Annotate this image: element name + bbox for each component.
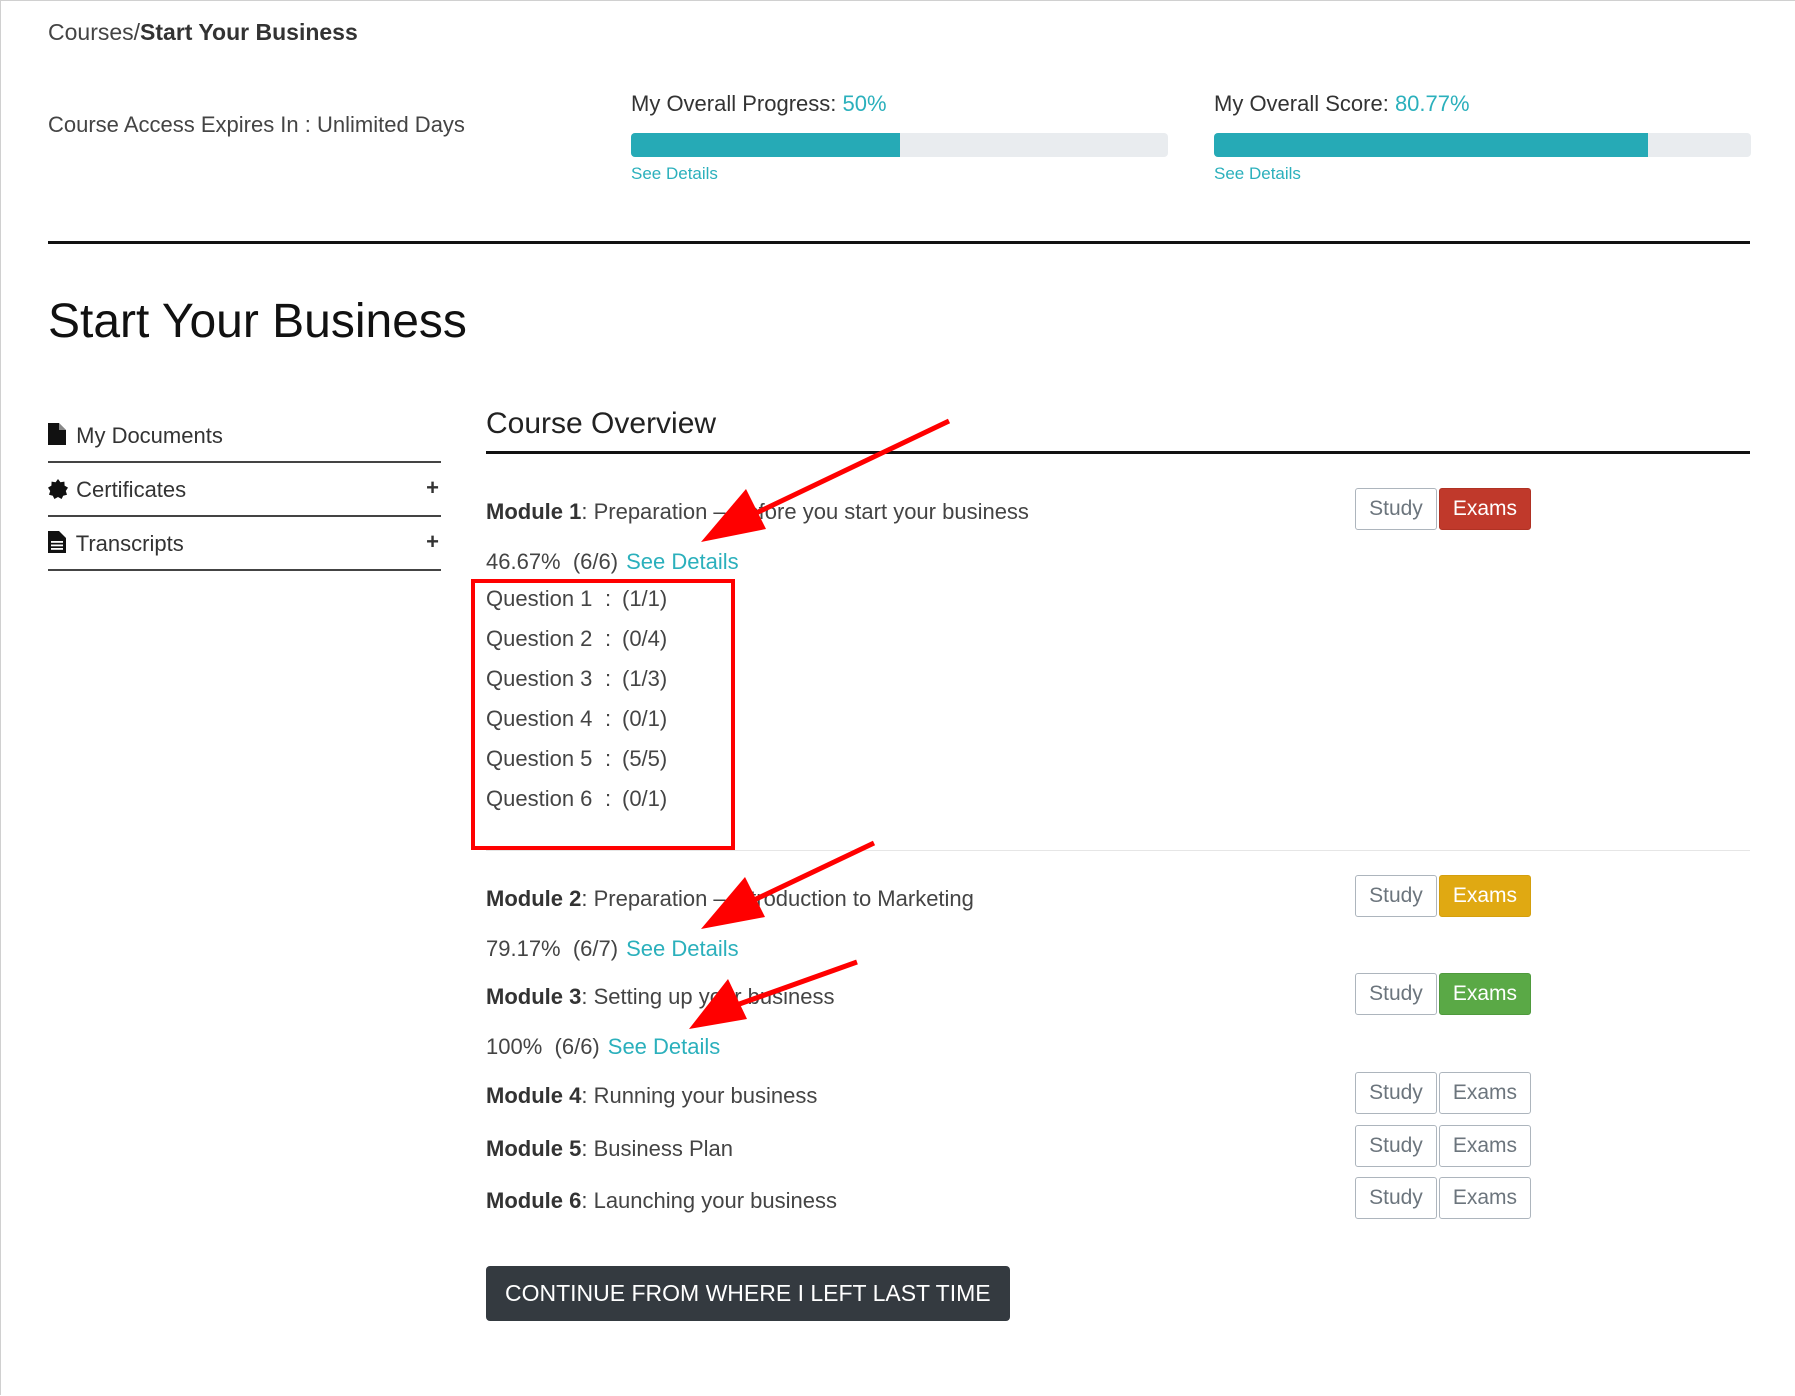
header-divider — [48, 241, 1750, 244]
module-5-title: Business Plan — [593, 1136, 733, 1161]
overall-progress-text: My Overall Progress: — [631, 91, 843, 116]
module-1-study-button[interactable]: Study — [1355, 488, 1437, 530]
module-4-actions: Study Exams — [1353, 1072, 1531, 1114]
module-2-score-percent: 79.17% — [486, 936, 561, 961]
course-access-expires: Course Access Expires In : Unlimited Day… — [48, 112, 465, 137]
module-6-row: Module 6: Launching your business Study E… — [486, 1177, 1750, 1219]
module-6-number: Module 6 — [486, 1188, 582, 1213]
module-2-score: 79.17% (6/7) See Details — [486, 936, 739, 962]
module-6-exams-button[interactable]: Exams — [1438, 1177, 1531, 1219]
module-6-title: Launching your business — [593, 1188, 837, 1213]
module-5-actions: Study Exams — [1353, 1125, 1531, 1167]
module-2-number: Module 2 — [486, 886, 582, 911]
module-3-score: 100% (6/6) See Details — [486, 1034, 720, 1060]
sidebar-item-label: My Documents — [76, 423, 223, 448]
module-6-study-button[interactable]: Study — [1355, 1177, 1437, 1219]
module-2-exams-button[interactable]: Exams — [1438, 875, 1531, 917]
module-3-number: Module 3 — [486, 984, 582, 1009]
module-3-actions: Study Exams — [1353, 973, 1531, 1015]
module-2-name: Module 2: Preparation – Introduction to … — [486, 886, 1750, 912]
sidebar-item-my-documents[interactable]: My Documents — [48, 407, 441, 463]
overall-progress-fill — [631, 133, 900, 157]
overall-progress-value: 50% — [842, 91, 887, 116]
module-4-study-button[interactable]: Study — [1355, 1072, 1437, 1114]
module-5-name: Module 5: Business Plan — [486, 1136, 1750, 1162]
sidebar-item-label: Certificates — [76, 477, 187, 502]
course-page: Courses/Start Your Business Course Acces… — [0, 0, 1795, 1395]
module-3-row: Module 3: Setting up your business Study… — [486, 973, 1750, 1015]
continue-button[interactable]: CONTINUE FROM WHERE I LEFT LAST TIME — [486, 1266, 1010, 1321]
overall-progress-bar — [631, 133, 1168, 157]
course-overview-title: Course Overview — [486, 407, 1750, 454]
module-4-row: Module 4: Running your business Study Exa… — [486, 1072, 1750, 1114]
module-1-score-count: (6/6) — [572, 549, 619, 574]
certificate-icon — [48, 479, 70, 505]
module-2-study-button[interactable]: Study — [1355, 875, 1437, 917]
module-3-score-count: (6/6) — [554, 1034, 600, 1059]
module-1-score-percent: 46.67% — [486, 549, 561, 574]
certificates-expand-toggle[interactable]: + — [426, 475, 439, 501]
sidebar: My Documents Certificates + Transcripts … — [48, 407, 441, 571]
module-1-exams-button[interactable]: Exams — [1438, 488, 1531, 530]
transcripts-expand-toggle[interactable]: + — [426, 529, 439, 555]
module-1-name: Module 1: Preparation – Before you start… — [486, 499, 1750, 525]
module-3-study-button[interactable]: Study — [1355, 973, 1437, 1015]
module-2-separator: : — [581, 886, 594, 911]
annotation-highlight-box — [471, 579, 735, 850]
module-4-separator: : — [581, 1083, 594, 1108]
breadcrumb-courses-link[interactable]: Courses/ — [48, 19, 140, 45]
module-1-row: Module 1: Preparation – Before you start… — [486, 488, 1750, 530]
module-2-title: Preparation – Introduction to Marketing — [593, 886, 974, 911]
overall-progress-see-details-link[interactable]: See Details — [631, 164, 718, 184]
sidebar-item-certificates[interactable]: Certificates + — [48, 463, 441, 517]
module-6-separator: : — [581, 1188, 594, 1213]
module-1-separator: : — [581, 499, 594, 524]
module-1-score: 46.67% (6/6) See Details — [486, 549, 739, 575]
module-1-title: Preparation – Before you start your busi… — [593, 499, 1029, 524]
module-4-name: Module 4: Running your business — [486, 1083, 1750, 1109]
overall-score: My Overall Score: 80.77% See Details — [1214, 91, 1751, 184]
module-5-row: Module 5: Business Plan Study Exams — [486, 1125, 1750, 1167]
file-icon — [48, 423, 70, 451]
module-1-see-details-link[interactable]: See Details — [626, 549, 739, 574]
module-3-name: Module 3: Setting up your business — [486, 984, 1750, 1010]
module-4-number: Module 4 — [486, 1083, 582, 1108]
module-divider — [486, 850, 1750, 851]
breadcrumb: Courses/Start Your Business — [48, 19, 358, 46]
module-5-number: Module 5 — [486, 1136, 582, 1161]
page-title: Start Your Business — [48, 295, 467, 348]
module-6-name: Module 6: Launching your business — [486, 1188, 1750, 1214]
overall-progress-label: My Overall Progress: 50% — [631, 91, 1168, 121]
course-overview: Course Overview Module 1: Preparation – … — [486, 407, 1750, 1321]
module-5-study-button[interactable]: Study — [1355, 1125, 1437, 1167]
overall-score-label: My Overall Score: 80.77% — [1214, 91, 1751, 121]
sidebar-item-label: Transcripts — [75, 531, 184, 556]
sidebar-item-transcripts[interactable]: Transcripts + — [48, 517, 441, 571]
breadcrumb-current: Start Your Business — [140, 19, 358, 45]
module-3-see-details-link[interactable]: See Details — [608, 1034, 721, 1059]
overall-score-value: 80.77% — [1394, 91, 1470, 116]
overall-score-text: My Overall Score: — [1214, 91, 1395, 116]
overall-score-fill — [1214, 133, 1648, 157]
module-6-actions: Study Exams — [1353, 1177, 1531, 1219]
module-3-separator: : — [581, 984, 594, 1009]
module-2-actions: Study Exams — [1353, 875, 1531, 917]
file-text-icon — [48, 531, 70, 559]
module-5-separator: : — [581, 1136, 594, 1161]
module-3-score-percent: 100% — [486, 1034, 543, 1059]
module-3-title: Setting up your business — [593, 984, 835, 1009]
module-1-number: Module 1 — [486, 499, 582, 524]
module-2-score-count: (6/7) — [572, 936, 619, 961]
module-2-see-details-link[interactable]: See Details — [626, 936, 739, 961]
module-1-actions: Study Exams — [1353, 488, 1531, 530]
overall-score-bar — [1214, 133, 1751, 157]
overall-score-see-details-link[interactable]: See Details — [1214, 164, 1301, 184]
module-4-title: Running your business — [593, 1083, 818, 1108]
module-5-exams-button[interactable]: Exams — [1438, 1125, 1531, 1167]
overall-progress: My Overall Progress: 50% See Details — [631, 91, 1168, 184]
module-4-exams-button[interactable]: Exams — [1438, 1072, 1531, 1114]
module-3-exams-button[interactable]: Exams — [1438, 973, 1531, 1015]
module-2-row: Module 2: Preparation – Introduction to … — [486, 875, 1750, 917]
